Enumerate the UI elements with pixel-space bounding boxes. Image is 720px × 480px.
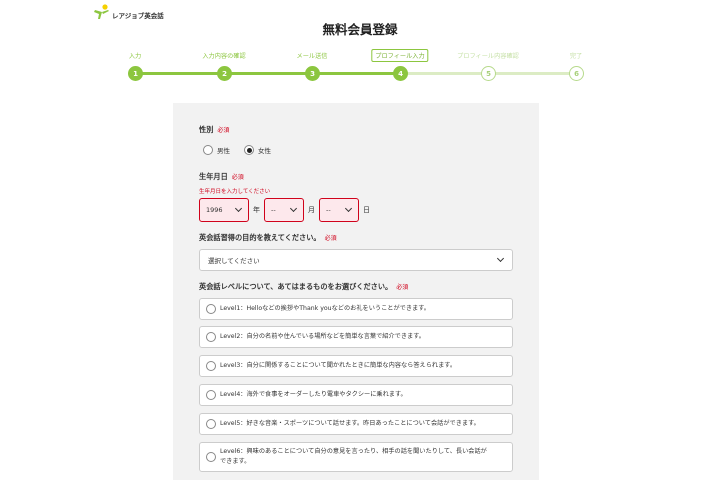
birthdate-error-hint: 生年月日を入力してください bbox=[199, 189, 271, 195]
step-circle-2: 2 bbox=[217, 66, 232, 81]
step-label-2: 入力内容の確認 bbox=[202, 53, 246, 60]
required-badge: 必須 bbox=[231, 174, 244, 181]
month-unit: 月 bbox=[308, 206, 315, 214]
level-option-text: Level4：海外で食事をオーダーしたり電車やタクシーに乗れます。 bbox=[220, 391, 407, 398]
step-label-3: メール送信 bbox=[296, 53, 328, 60]
step-label-4: プロフィール入力 bbox=[371, 49, 429, 62]
purpose-select[interactable]: 選択してください bbox=[199, 249, 513, 271]
required-badge: 必須 bbox=[217, 127, 230, 134]
level-option-text: Level6：興味のあることについて自分の意見を言ったり、相手の話を聞いたりして… bbox=[220, 448, 487, 465]
level-label-text: 英会話レベルについて、あてはまるものをお選びください。 bbox=[199, 282, 393, 291]
purpose-select-value: 選択してください bbox=[208, 257, 260, 265]
birth-month-select[interactable]: -- bbox=[264, 198, 304, 222]
step-circle-4: 4 bbox=[393, 66, 408, 81]
radio-unchecked-icon[interactable] bbox=[206, 361, 216, 371]
chevron-down-icon bbox=[498, 257, 504, 263]
step-circle-3: 3 bbox=[305, 66, 320, 81]
birthdate-label-text: 生年月日 bbox=[199, 172, 228, 181]
step-circle-5: 5 bbox=[481, 66, 496, 81]
gender-option-label: 女性 bbox=[258, 147, 271, 155]
step-label-1: 入力 bbox=[128, 53, 142, 60]
radio-checked-icon[interactable] bbox=[244, 145, 254, 155]
level-option-text: Level3：自分に関係することについて聞かれたときに簡単な内容なら答えられます… bbox=[220, 362, 457, 369]
radio-unchecked-icon[interactable] bbox=[206, 419, 216, 429]
radio-unchecked-icon[interactable] bbox=[206, 452, 216, 462]
radio-unchecked-icon[interactable] bbox=[206, 332, 216, 342]
level-option-5[interactable]: Level5：好きな音楽・スポーツについて話せます。昨日あったことについて会話が… bbox=[199, 413, 513, 435]
step-label-5: プロフィール内容確認 bbox=[457, 53, 519, 60]
birthdate-selects: 1996 年 -- 月 -- 日 bbox=[199, 198, 374, 222]
gender-option-male[interactable]: 男性 bbox=[203, 145, 230, 155]
step-circle-6: 6 bbox=[569, 66, 584, 81]
step-connector bbox=[135, 72, 400, 75]
level-option-1[interactable]: Level1：Helloなどの挨拶やThank youなどのお礼をいうことができ… bbox=[199, 298, 513, 320]
purpose-label: 英会話習得の目的を教えてください。 必須 bbox=[199, 233, 337, 243]
required-badge: 必須 bbox=[324, 235, 337, 242]
step-label-6: 完了 bbox=[569, 53, 583, 60]
radio-unchecked-icon[interactable] bbox=[206, 390, 216, 400]
radio-unchecked-icon[interactable] bbox=[206, 304, 216, 314]
chevron-down-icon bbox=[236, 207, 242, 213]
level-option-4[interactable]: Level4：海外で食事をオーダーしたり電車やタクシーに乗れます。 bbox=[199, 384, 513, 406]
birth-day-value: -- bbox=[326, 206, 331, 214]
gender-label-text: 性別 bbox=[199, 125, 214, 134]
birth-day-select[interactable]: -- bbox=[319, 198, 359, 222]
level-option-text: Level1：Helloなどの挨拶やThank youなどのお礼をいうことができ… bbox=[220, 305, 430, 312]
level-label: 英会話レベルについて、あてはまるものをお選びください。 必須 bbox=[199, 282, 408, 292]
level-option-text: Level2：自分の名前や住んでいる場所などを簡単な言葉で紹介できます。 bbox=[220, 333, 425, 340]
birth-year-value: 1996 bbox=[206, 206, 223, 214]
gender-option-label: 男性 bbox=[217, 147, 230, 155]
birth-month-value: -- bbox=[271, 206, 276, 214]
gender-label: 性別 必須 bbox=[199, 125, 229, 135]
purpose-label-text: 英会話習得の目的を教えてください。 bbox=[199, 233, 321, 242]
chevron-down-icon bbox=[346, 207, 352, 213]
radio-unchecked-icon[interactable] bbox=[203, 145, 213, 155]
step-circle-1: 1 bbox=[128, 66, 143, 81]
chevron-down-icon bbox=[291, 207, 297, 213]
birth-year-select[interactable]: 1996 bbox=[199, 198, 249, 222]
day-unit: 日 bbox=[363, 206, 370, 214]
level-option-2[interactable]: Level2：自分の名前や住んでいる場所などを簡単な言葉で紹介できます。 bbox=[199, 326, 513, 348]
required-badge: 必須 bbox=[396, 284, 409, 291]
progress-stepper: 入力 入力内容の確認 メール送信 プロフィール入力 プロフィール内容確認 完了 … bbox=[0, 0, 720, 90]
gender-radio-group: 男性 女性 bbox=[203, 145, 285, 155]
level-option-6[interactable]: Level6：興味のあることについて自分の意見を言ったり、相手の話を聞いたりして… bbox=[199, 442, 513, 472]
birthdate-label: 生年月日 必須 bbox=[199, 172, 244, 182]
gender-option-female[interactable]: 女性 bbox=[244, 145, 271, 155]
profile-form: 性別 必須 男性 女性 生年月日 必須 生年月日を入力してください 1996 年 -… bbox=[173, 103, 539, 480]
year-unit: 年 bbox=[253, 206, 260, 214]
level-option-3[interactable]: Level3：自分に関係することについて聞かれたときに簡単な内容なら答えられます… bbox=[199, 355, 513, 377]
level-option-text: Level5：好きな音楽・スポーツについて話せます。昨日あったことについて会話が… bbox=[220, 420, 480, 427]
